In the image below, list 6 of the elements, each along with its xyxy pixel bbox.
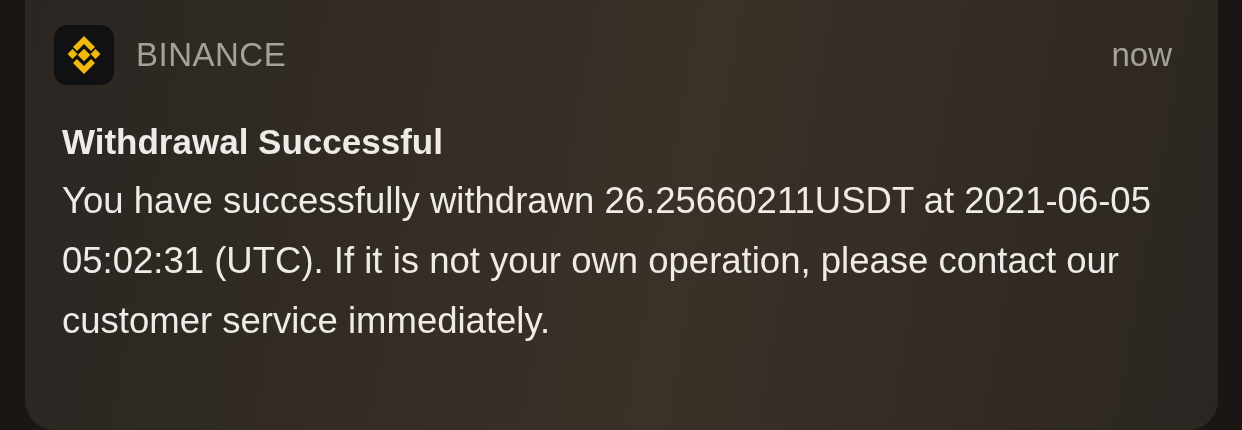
- notification-message: You have successfully withdrawn 26.25660211USDT at 2021-06-05 05:02:31 (UTC). If it is not your own operation, please contact our customer service immediately.: [62, 179, 1152, 343]
- timestamp: now: [1111, 36, 1172, 74]
- app-icon: [54, 25, 114, 85]
- app-name: BINANCE: [136, 36, 287, 74]
- notification-card[interactable]: BINANCE now Withdrawal Successful You have successfully withdrawn 26.25660211USDT at 2021-06-05 05:02:31 (UTC). If it is not your own operation, please contact our customer service immediately.: [25, 0, 1218, 430]
- notification-title: Withdrawal Successful: [62, 121, 444, 163]
